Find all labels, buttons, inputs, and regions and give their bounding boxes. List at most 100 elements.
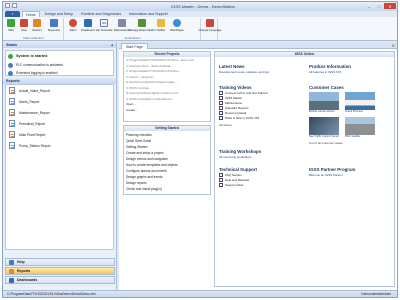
minimize-button[interactable]: –	[364, 3, 374, 9]
nav-help[interactable]: Help	[5, 258, 115, 266]
list-item[interactable]: Periodical_Report	[6, 118, 113, 129]
stop-icon	[20, 19, 28, 27]
list-item[interactable]: Check and install plug(in)	[126, 186, 208, 192]
calendar-icon: 24	[100, 19, 108, 27]
dashboard-icon	[9, 277, 14, 283]
info-icon	[8, 62, 13, 68]
list-item[interactable]: Pump_Station Report	[6, 140, 113, 151]
nav-dashboards[interactable]: Dashboards	[5, 276, 115, 284]
flag-icon	[206, 19, 214, 27]
video-link[interactable]: What is New in IGSS V15	[219, 115, 305, 120]
status-panel: System is started PLC communication is a…	[5, 50, 114, 76]
customer-cases-grid: Bubble Lambet Airport Grand Princess Sea…	[309, 92, 393, 139]
start-left-column: Recent Projects C:\ProgramData\7T\IGSS32…	[123, 51, 211, 287]
restart-icon	[33, 19, 41, 27]
alarm-button[interactable]: Alarm	[67, 19, 79, 33]
training-videos-section: Training Videos Connect a PLC and Get St…	[219, 85, 305, 127]
partner-link[interactable]: Become an IGSS Partner	[309, 173, 393, 177]
document-tab-bar: Start Page ✕	[119, 42, 397, 49]
stop-button[interactable]: Stop	[18, 19, 30, 33]
dashboard-button[interactable]: Dashboard	[80, 19, 96, 33]
list-item[interactable]: Main Plant Report	[6, 129, 113, 140]
save-icon[interactable]	[5, 3, 10, 8]
list-item[interactable]: Alarm_Report	[6, 96, 113, 107]
status-logging: Extended logging is enabled	[6, 69, 113, 77]
gasifier-image	[345, 117, 375, 135]
reports-icon	[9, 268, 14, 274]
recent-projects-list: C:\ProgramData\7T\IGSS32\V15.0\Gss...Dem…	[124, 57, 210, 114]
partner-program-section: IGSS Partner Program Become an IGSS Part…	[309, 167, 393, 177]
webpages-button[interactable]: WebPages	[169, 19, 185, 33]
technical-support-section: Technical Support FAQ Section Help and M…	[219, 167, 305, 187]
customer-case[interactable]: RNC Gasifier	[345, 117, 375, 139]
notifier-button[interactable]: Notifier	[154, 19, 168, 33]
close-icon[interactable]: ✕	[392, 43, 395, 48]
report-icon	[9, 109, 15, 116]
status-system-started: System is started	[6, 51, 113, 61]
job-schedule-button[interactable]: 24 Job Schedule	[96, 19, 112, 33]
ribbon: Start Stop Restart Supervise Data Collec…	[3, 17, 397, 41]
customer-cases-section: Customer Cases Bubble Lambet Airport Gra…	[309, 85, 393, 145]
tab-start-page[interactable]: Start Page	[121, 43, 148, 49]
getting-started-list: Planning checklist Quick Start Guide Get…	[124, 131, 210, 193]
customer-case[interactable]: Sea Traffic Control Center	[309, 117, 339, 139]
report-icon	[9, 98, 15, 105]
nav-reports[interactable]: Reports	[5, 267, 115, 275]
all-videos-link[interactable]: All videos	[219, 123, 305, 127]
start-icon	[7, 19, 15, 27]
igss-online-panel: IGSS Online Latest News Development news…	[214, 51, 395, 287]
report-icon	[9, 131, 15, 138]
list-item[interactable]: Maintenance_Report	[6, 107, 113, 118]
checkmark-icon	[8, 53, 13, 59]
close-button[interactable]: ✕	[384, 3, 396, 9]
info-icon	[8, 70, 13, 76]
supervise-icon	[50, 19, 58, 27]
ribbon-group-applications: Alarm Dashboard 24 Job Schedule Maintenan…	[65, 18, 201, 40]
create-link[interactable]: Create...	[126, 108, 208, 114]
globe-icon	[173, 19, 181, 27]
window-controls: – □ ✕	[364, 3, 396, 9]
report-editor-icon	[138, 19, 146, 27]
left-pane: Status ▴ System is started PLC communicat…	[3, 42, 117, 290]
restart-button[interactable]: Restart	[31, 19, 43, 33]
ribbon-group-data-collection: Start Stop Restart Supervise Data Collec…	[4, 18, 64, 40]
customer-case[interactable]: Grand Princess	[345, 92, 375, 114]
ribbon-group-language: Change Language	[198, 18, 222, 40]
notifier-icon	[157, 19, 165, 27]
report-icon	[9, 87, 15, 94]
maximize-button[interactable]: □	[374, 3, 384, 9]
training-workshops-section: Training Workshops All upcoming workshop…	[219, 149, 305, 159]
alarm-icon	[69, 19, 77, 27]
customer-case[interactable]: Bubble Lambet Airport	[309, 92, 339, 114]
list-item[interactable]: Actual_Value_Report	[6, 85, 113, 96]
latest-news-link[interactable]: Development news, updates, and tips	[219, 70, 305, 74]
collapse-icon[interactable]: ▴	[111, 42, 113, 48]
status-header: Status ▴	[3, 42, 116, 48]
workshops-link[interactable]: All upcoming workshops	[219, 155, 305, 159]
product-information-section: Product Information All features in IGSS…	[309, 64, 393, 74]
reports-list: Actual_Value_Report Alarm_Report Mainten…	[5, 84, 114, 250]
report-editor-button[interactable]: Manage Report Editor	[128, 19, 156, 33]
report-icon	[9, 142, 15, 149]
change-language-button[interactable]: Change Language	[198, 19, 222, 33]
dashboard-icon	[84, 19, 92, 27]
support-link[interactable]: Support ticket	[219, 182, 305, 187]
application-window: IGSS Master - Demo - DemoStation – □ ✕ ▾…	[2, 1, 398, 298]
title-bar: IGSS Master - Demo - DemoStation – □ ✕	[3, 2, 397, 11]
undo-icon[interactable]	[12, 3, 17, 8]
maintenance-icon	[118, 19, 126, 27]
product-link[interactable]: All features in IGSS V15	[309, 70, 393, 74]
start-button[interactable]: Start	[5, 19, 17, 33]
getting-started-box: Getting Started Planning checklist Quick…	[123, 125, 211, 195]
airport-image	[309, 92, 339, 110]
help-icon	[9, 259, 14, 265]
report-icon	[9, 120, 15, 127]
station-name: DemoLatestwebAdm	[361, 292, 391, 296]
ship-image	[345, 92, 375, 110]
supervise-button[interactable]: Supervise	[45, 19, 63, 33]
all-cases-link[interactable]: List of all customer cases	[309, 141, 393, 145]
start-page-pane: Start Page ✕ Recent Projects C:\ProgramD…	[119, 42, 397, 290]
traffic-control-image	[309, 117, 339, 135]
window-title: IGSS Master - Demo - DemoStation	[171, 4, 235, 9]
latest-news-section: Latest News Development news, updates, a…	[219, 64, 305, 74]
